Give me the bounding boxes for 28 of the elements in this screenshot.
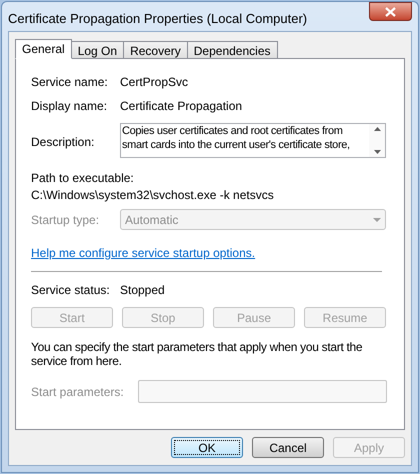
scroll-up-icon [374,127,380,131]
scroll-down-icon [374,150,380,154]
tab[interactable]: Recovery [124,41,188,59]
field-label: Startup type: [31,212,100,228]
close-button[interactable] [369,2,412,21]
field-label: Service status: [31,282,111,299]
description-text: Copies user certificates and root certificates from [122,124,344,138]
field-label: Description: [31,134,96,151]
tab[interactable]: General [15,39,72,59]
description-text: smart cards into the current user's certificate store, [122,138,351,152]
field-value: CertPropSvc [120,74,188,91]
field-label: Path to executable: [31,170,135,183]
dropdown-arrow-icon [373,218,381,222]
window-title: Certificate Propagation Properties (Local Computer) [8,10,308,28]
dialog-button[interactable]: Cancel [252,437,324,458]
tab[interactable]: Dependencies [188,41,278,59]
field-label: Start parameters: [31,384,125,400]
field-value: Stopped [120,282,165,299]
field-label: Display name: [31,98,108,115]
field-value: Certificate Propagation [120,98,242,115]
close-icon [385,6,396,16]
path-text: C:\Windows\system32\svchost.exe -k netsvcs [31,187,275,200]
start-parameters-note: You can specify the start parameters that apply when you start the service from here. [31,340,364,368]
help-link[interactable]: Help me configure service startup options. [31,244,256,262]
scrollbar[interactable] [369,124,385,157]
dialog-button[interactable]: OK [171,437,243,458]
tab[interactable]: Log On [72,41,124,59]
field-label: Service name: [31,74,109,91]
